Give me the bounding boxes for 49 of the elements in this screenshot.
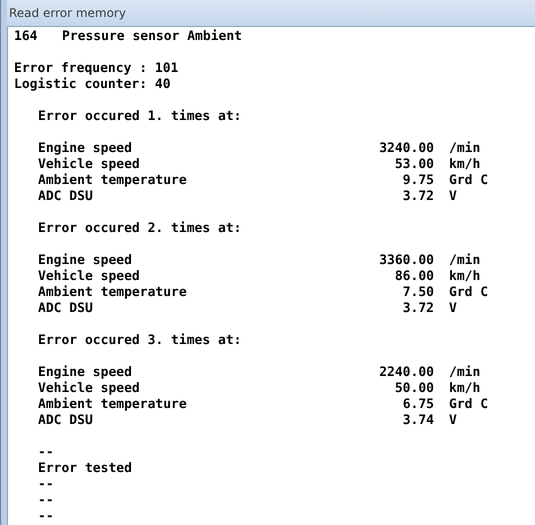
value-unit: /min bbox=[449, 365, 480, 381]
value-number: 3.74 bbox=[402, 413, 434, 429]
value-unit: Grd C bbox=[449, 173, 488, 189]
occurrence-heading: Error occured 2. times at: bbox=[38, 221, 242, 237]
window-title: Read error memory bbox=[9, 6, 126, 20]
occurrence-heading: Error occured 3. times at: bbox=[38, 333, 242, 349]
value-number: 86.00 bbox=[394, 269, 434, 285]
value-number: 2240.00 bbox=[378, 365, 434, 381]
value-unit: /min bbox=[449, 253, 480, 269]
value-number: 3.72 bbox=[402, 189, 434, 205]
error-code: 164 bbox=[14, 29, 38, 45]
value-number: 50.00 bbox=[394, 381, 434, 397]
footer-text: -- bbox=[38, 493, 54, 509]
error-name: Pressure sensor Ambient bbox=[62, 29, 242, 45]
value-number: 3.72 bbox=[402, 301, 434, 317]
value-number: 9.75 bbox=[402, 173, 434, 189]
value-label: Engine speed bbox=[38, 253, 133, 269]
value-unit: Grd C bbox=[449, 285, 488, 301]
footer-text: -- bbox=[38, 445, 54, 461]
value-number: 6.75 bbox=[402, 397, 434, 413]
value-number: 3240.00 bbox=[378, 141, 434, 157]
footer-text: -- bbox=[38, 509, 54, 525]
value-label: Ambient temperature bbox=[38, 285, 188, 301]
footer-text: -- bbox=[38, 477, 54, 493]
value-label: Ambient temperature bbox=[38, 173, 188, 189]
value-label: Vehicle speed bbox=[38, 381, 141, 397]
value-label: ADC DSU bbox=[38, 189, 94, 205]
value-number: 53.00 bbox=[394, 157, 434, 173]
value-number: 7.50 bbox=[402, 285, 434, 301]
value-label: Vehicle speed bbox=[38, 269, 141, 285]
value-unit: /min bbox=[449, 141, 480, 157]
value-unit: km/h bbox=[449, 157, 480, 173]
summary-text: Logistic counter: 40 bbox=[14, 77, 171, 93]
value-label: ADC DSU bbox=[38, 301, 94, 317]
value-label: Engine speed bbox=[38, 141, 133, 157]
value-unit: km/h bbox=[449, 381, 480, 397]
value-unit: km/h bbox=[449, 269, 480, 285]
value-label: Vehicle speed bbox=[38, 157, 141, 173]
value-unit: V bbox=[449, 189, 457, 205]
value-label: Engine speed bbox=[38, 365, 133, 381]
value-label: ADC DSU bbox=[38, 413, 94, 429]
footer-text: Error tested bbox=[38, 461, 132, 477]
occurrence-heading: Error occured 1. times at: bbox=[38, 109, 242, 125]
value-unit: Grd C bbox=[449, 397, 488, 413]
value-label: Ambient temperature bbox=[38, 397, 188, 413]
value-unit: V bbox=[449, 301, 457, 317]
summary-text: Error frequency : 101 bbox=[14, 61, 178, 77]
value-number: 3360.00 bbox=[378, 253, 434, 269]
value-unit: V bbox=[449, 413, 457, 429]
